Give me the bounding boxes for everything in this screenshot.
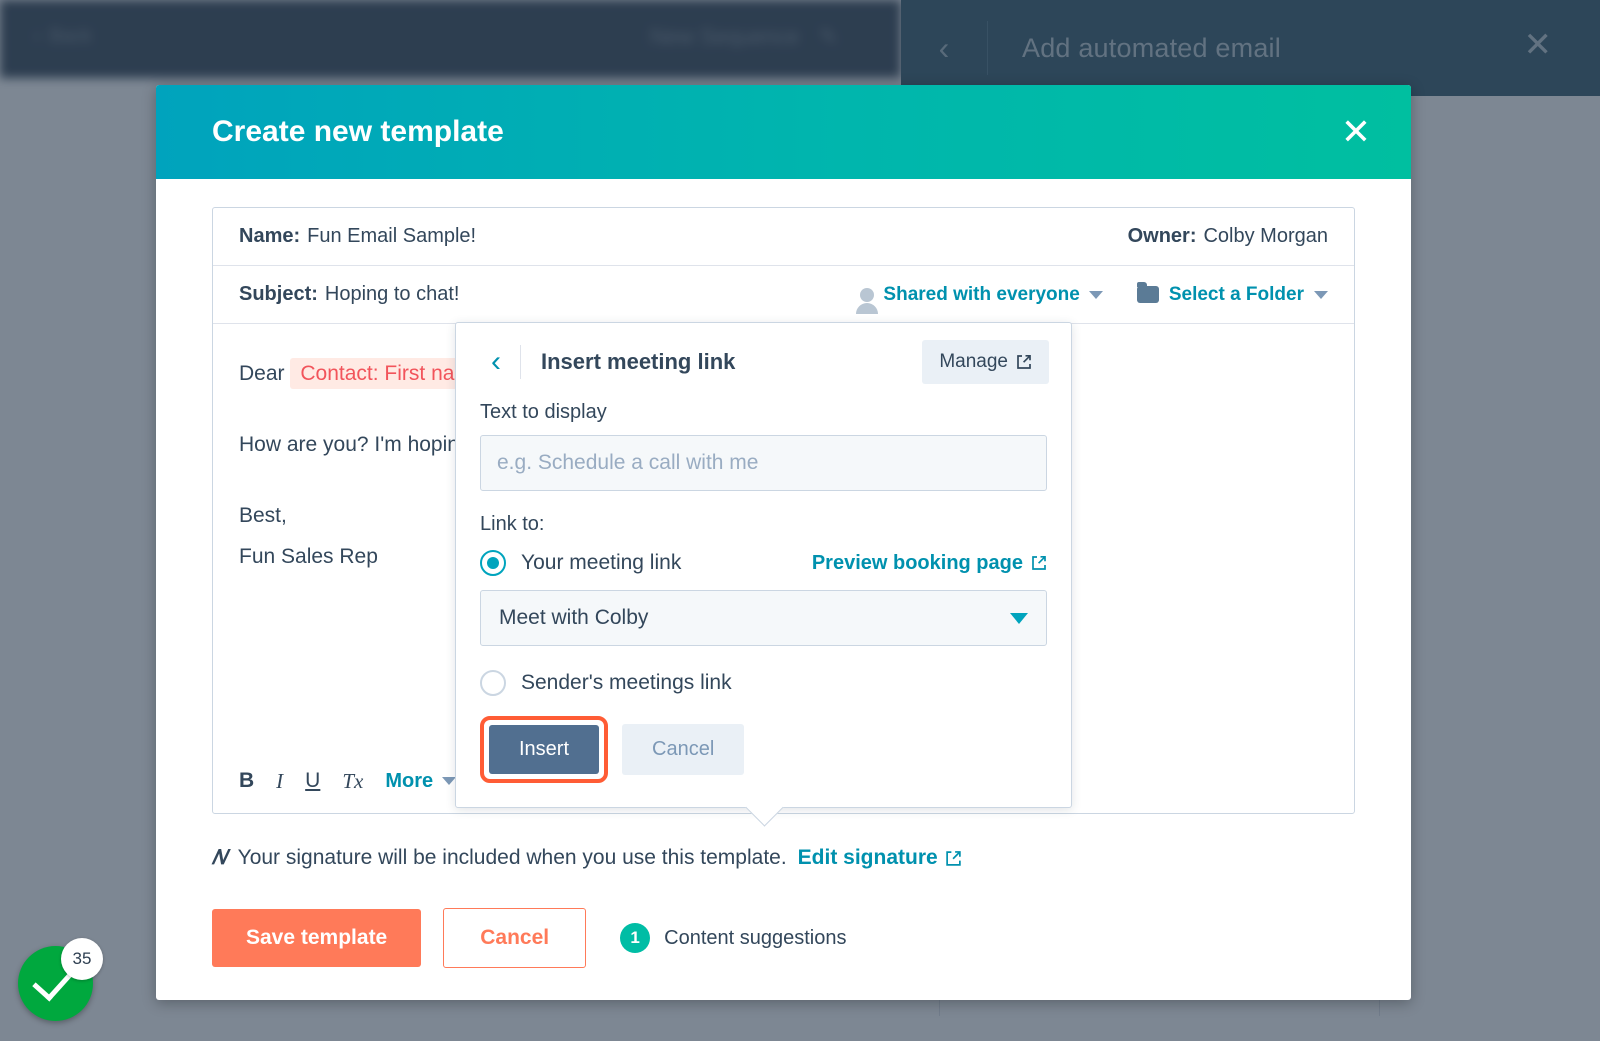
popover-body: Text to display Link to: Your meeting li… <box>456 401 1071 783</box>
meeting-link-selected-value: Meet with Colby <box>499 606 649 629</box>
radio-your-meeting-link[interactable] <box>480 550 506 576</box>
manage-label: Manage <box>939 351 1008 372</box>
sender-meeting-link-option[interactable]: Sender's meetings link <box>480 670 1047 696</box>
fab-badge-count: 35 <box>61 938 103 980</box>
more-dropdown[interactable]: More <box>385 769 457 793</box>
modal-footer: Save template Cancel 1 Content suggestio… <box>212 908 1355 968</box>
popover-cancel-button[interactable]: Cancel <box>622 724 745 775</box>
body-text-visible: How are you? I'm hoping <box>239 432 477 456</box>
external-link-icon <box>945 850 961 866</box>
content-suggestions[interactable]: 1 Content suggestions <box>620 923 846 953</box>
text-to-display-input[interactable] <box>480 435 1047 491</box>
external-link-icon <box>1032 555 1046 570</box>
chevron-down-icon <box>1010 612 1028 624</box>
help-fab-button[interactable]: 35 <box>18 938 103 1021</box>
insert-button[interactable]: Insert <box>489 725 600 774</box>
save-template-button[interactable]: Save template <box>212 909 422 967</box>
chevron-down-icon <box>1314 290 1328 299</box>
manage-button[interactable]: Manage <box>922 340 1049 384</box>
template-subject-row: Subject: Hoping to chat! Shared with eve… <box>213 266 1354 324</box>
edit-signature-label: Edit signature <box>797 846 938 869</box>
template-subject-group: Subject: Hoping to chat! <box>239 283 459 306</box>
close-icon[interactable]: ✕ <box>1341 114 1371 150</box>
signature-note-text: Your signature will be included when you… <box>237 846 787 869</box>
name-value[interactable]: Fun Email Sample! <box>307 225 476 248</box>
more-label: More <box>385 769 434 792</box>
signature-icon: 𝑁 <box>212 846 227 869</box>
popover-header: ‹ Insert meeting link Manage <box>456 323 1071 401</box>
insert-meeting-link-popover: ‹ Insert meeting link Manage Text to dis… <box>455 322 1072 827</box>
select-folder-dropdown[interactable]: Select a Folder <box>1136 282 1328 306</box>
modal-header: Create new template ✕ <box>156 85 1411 179</box>
shared-with-label: Shared with everyone <box>883 283 1080 305</box>
owner-value[interactable]: Colby Morgan <box>1203 225 1328 248</box>
template-name-row: Name: Fun Email Sample! Owner: Colby Mor… <box>213 208 1354 266</box>
link-to-label: Link to: <box>480 513 545 535</box>
subject-value[interactable]: Hoping to chat! <box>325 283 460 306</box>
template-name-group: Name: Fun Email Sample! <box>239 225 476 248</box>
sender-meetings-link-label: Sender's meetings link <box>521 671 732 694</box>
preview-booking-page-label: Preview booking page <box>811 551 1023 574</box>
text-to-display-label: Text to display <box>480 401 607 423</box>
popover-tail <box>745 788 784 827</box>
preview-booking-page-link[interactable]: Preview booking page <box>812 552 1047 575</box>
meeting-link-select[interactable]: Meet with Colby <box>480 590 1047 646</box>
chevron-down-icon <box>1088 290 1103 299</box>
content-suggestions-label: Content suggestions <box>664 926 847 949</box>
popover-actions: Insert Cancel <box>480 716 1047 783</box>
edit-signature-link[interactable]: Edit signature <box>798 846 962 870</box>
italic-button[interactable]: I <box>276 769 283 794</box>
template-meta-controls: Shared with everyone Select a Folder <box>856 282 1328 314</box>
insert-button-highlight: Insert <box>480 716 609 783</box>
shared-with-dropdown[interactable]: Shared with everyone <box>856 283 1103 314</box>
page-title: Create new template <box>212 115 504 148</box>
template-owner-group: Owner: Colby Morgan <box>1128 225 1328 248</box>
bold-button[interactable]: B <box>239 769 254 793</box>
external-link-icon <box>1017 354 1031 369</box>
signature-note: 𝑁 Your signature will be included when y… <box>212 846 1355 870</box>
subject-label: Subject: <box>239 283 318 305</box>
popover-header-divider <box>520 345 521 379</box>
greeting-text: Dear <box>239 362 285 385</box>
modal-body: Name: Fun Email Sample! Owner: Colby Mor… <box>156 179 1411 1000</box>
folder-icon <box>1136 282 1159 303</box>
name-label: Name: <box>239 225 301 247</box>
cancel-button[interactable]: Cancel <box>443 908 587 968</box>
your-meeting-link-option[interactable]: Your meeting link Preview booking page <box>480 550 1047 576</box>
create-new-template-modal: Create new template ✕ Name: Fun Email Sa… <box>156 85 1411 1000</box>
select-folder-label: Select a Folder <box>1168 283 1304 305</box>
chevron-left-icon[interactable]: ‹ <box>480 347 512 377</box>
underline-button[interactable]: U <box>305 769 320 793</box>
status-badge: 1 <box>620 923 651 953</box>
your-meeting-link-label: Your meeting link <box>521 551 682 574</box>
person-icon <box>856 287 879 314</box>
clear-formatting-button[interactable]: Tx <box>342 769 363 794</box>
popover-title: Insert meeting link <box>541 349 736 374</box>
owner-label: Owner: <box>1127 225 1197 247</box>
radio-sender-meetings-link[interactable] <box>480 670 506 696</box>
